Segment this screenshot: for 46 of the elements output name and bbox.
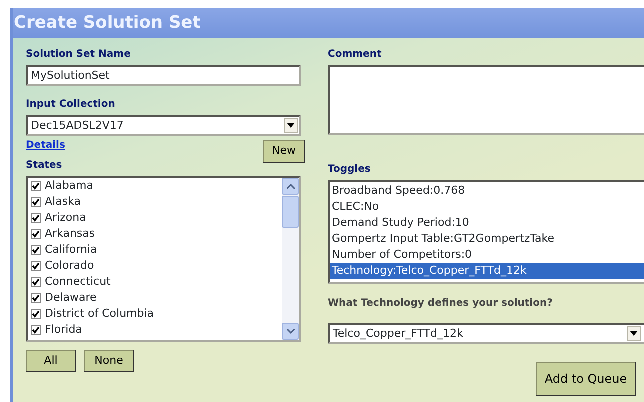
technology-dropdown[interactable]: Telco_Copper_FTTd_12k <box>328 323 644 344</box>
checkbox[interactable] <box>31 308 41 318</box>
checkbox[interactable] <box>31 196 41 206</box>
window-title: Create Solution Set <box>13 8 644 38</box>
checkbox[interactable] <box>31 180 41 190</box>
collection-dropdown[interactable]: Dec15ADSL2V17 <box>26 115 301 136</box>
state-label: Delaware <box>45 290 97 306</box>
checkbox[interactable] <box>31 228 41 238</box>
state-label: Arkansas <box>45 226 96 242</box>
state-label: Florida <box>45 322 82 338</box>
field-label: Comment <box>328 48 383 61</box>
toggle-item[interactable]: Demand Study Period:10 <box>330 215 644 231</box>
all-button[interactable]: All <box>26 350 76 372</box>
toggle-item[interactable]: Broadband Speed:0.768 <box>330 183 644 199</box>
checkbox[interactable] <box>31 292 41 302</box>
checkbox[interactable] <box>31 324 41 334</box>
toggle-item[interactable]: CLEC:No <box>330 199 644 215</box>
state-label: Colorado <box>45 258 94 274</box>
state-label: District of Columbia <box>45 306 154 322</box>
details-link[interactable]: Details <box>26 138 66 153</box>
toggle-item[interactable]: Technology:Telco_Copper_FTTd_12k <box>330 263 644 279</box>
field-label: Toggles <box>328 163 372 176</box>
comment-field[interactable] <box>328 65 644 135</box>
name-field[interactable]: MySolutionSet <box>26 65 301 86</box>
state-label: Alabama <box>45 178 94 194</box>
field-label: States <box>26 158 64 172</box>
checkbox[interactable] <box>31 260 41 270</box>
state-label: Arizona <box>45 210 86 226</box>
field-label: Input Collection <box>26 98 116 111</box>
toggle-item[interactable]: Gompertz Input Table:GT2GompertzTake <box>330 231 644 247</box>
question-label: What Technology defines your solution? <box>328 297 554 311</box>
toggle-item[interactable]: Number of Competitors:0 <box>330 247 644 263</box>
field-label: Solution Set Name <box>26 48 132 61</box>
state-label: California <box>45 242 98 258</box>
new-button[interactable]: New <box>263 140 305 162</box>
checkbox[interactable] <box>31 276 41 286</box>
none-button[interactable]: None <box>84 350 134 372</box>
checkbox[interactable] <box>31 212 41 222</box>
state-label: Connecticut <box>45 274 111 290</box>
scroll-up-icon[interactable] <box>286 184 294 188</box>
scrollbar[interactable] <box>282 178 299 340</box>
scroll-down-icon[interactable] <box>286 328 294 334</box>
checkbox[interactable] <box>31 244 41 254</box>
add-to-queue-button[interactable]: Add to Queue <box>536 362 636 396</box>
scroll-thumb[interactable] <box>282 196 299 228</box>
state-label: Alaska <box>45 194 81 210</box>
